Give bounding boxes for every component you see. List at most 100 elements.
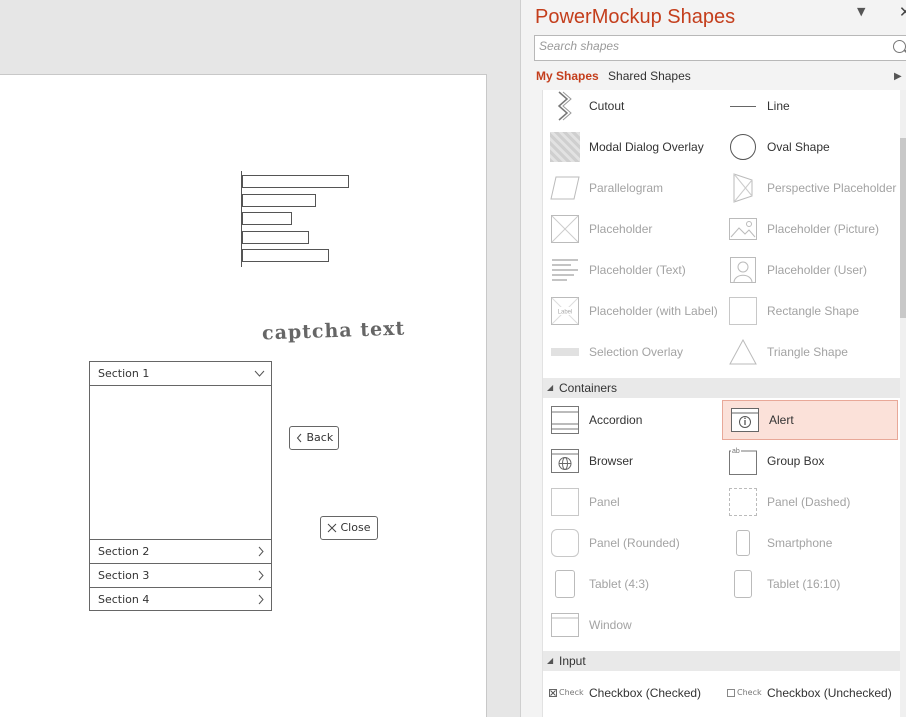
panel-icon [549, 486, 581, 518]
shape-item-panel[interactable]: Panel [543, 482, 719, 522]
accordion-section-label: Section 3 [98, 569, 150, 582]
shape-item-label: Tablet (16:10) [767, 576, 841, 591]
group-box-icon: ab [727, 445, 759, 477]
shape-list-scrollbar[interactable] [900, 90, 906, 717]
shape-list[interactable]: Cutout Line Modal Dialog Overlay Oval Sh… [542, 90, 900, 717]
chevron-right-icon [257, 540, 265, 563]
category-header-input[interactable]: ◢ Input [543, 651, 900, 671]
tablet-icon [549, 568, 581, 600]
rectangle-icon [727, 295, 759, 327]
shape-item-checkbox-checked[interactable]: Check Checkbox (Checked) [543, 673, 719, 713]
shape-item-placeholder-with-label[interactable]: Label Placeholder (with Label) [543, 291, 719, 331]
scrollbar-thumb[interactable] [900, 138, 906, 318]
perspective-placeholder-icon [727, 172, 759, 204]
tab-shared-shapes[interactable]: Shared Shapes [608, 69, 691, 83]
shape-item-label: Tablet (4:3) [589, 576, 650, 591]
shape-item-placeholder-picture[interactable]: Placeholder (Picture) [721, 209, 897, 249]
tabs-arrow-icon[interactable]: ▶ [894, 71, 902, 82]
shape-item-alert[interactable]: Alert [722, 400, 898, 440]
checkbox-unchecked-icon: Check [727, 677, 762, 709]
close-button-label: Close [340, 521, 371, 534]
shape-item-placeholder[interactable]: Placeholder [543, 209, 719, 249]
shape-item-selection-overlay[interactable]: Selection Overlay [543, 332, 719, 372]
shape-item-label: Line [767, 98, 790, 113]
hatched-overlay-icon [549, 131, 581, 163]
shape-item-panel-dashed[interactable]: Panel (Dashed) [721, 482, 897, 522]
panel-close-icon[interactable]: ✕ [899, 3, 906, 21]
back-button-label: Back [306, 431, 334, 444]
shape-item-browser[interactable]: Browser [543, 441, 719, 481]
back-button-shape[interactable]: Back [289, 426, 339, 450]
category-header-containers[interactable]: ◢ Containers [543, 378, 900, 398]
search-input[interactable]: Search shapes [534, 35, 906, 61]
svg-text:ab: ab [732, 448, 740, 455]
line-icon [727, 90, 759, 122]
panel-dropdown-icon[interactable]: ▼ [857, 5, 865, 18]
shape-item-label: Panel [589, 494, 620, 509]
accordion-shape[interactable]: Section 1 Section 2 Section 3 Section 4 [89, 361, 272, 611]
text-lines-icon [549, 254, 581, 286]
collapse-icon: ◢ [547, 656, 554, 665]
shape-item-group-box[interactable]: ab Group Box [721, 441, 897, 481]
category-header-label: Containers [559, 381, 618, 395]
checkbox-thumb-label: Check [737, 688, 762, 697]
shape-item-smartphone[interactable]: Smartphone [721, 523, 897, 563]
shape-item-placeholder-text[interactable]: Placeholder (Text) [543, 250, 719, 290]
parallelogram-icon [549, 172, 581, 204]
panel-title: PowerMockup Shapes [535, 6, 736, 28]
accordion-section-2[interactable]: Section 2 [90, 540, 271, 564]
window-icon [549, 609, 581, 641]
accordion-section-3[interactable]: Section 3 [90, 564, 271, 588]
bar-chart-bar [242, 175, 349, 188]
triangle-icon [727, 336, 759, 368]
shape-item-triangle-shape[interactable]: Triangle Shape [721, 332, 897, 372]
shape-item-cutout[interactable]: Cutout [543, 90, 719, 126]
slide[interactable]: captcha text Section 1 Section 2 Section… [0, 74, 487, 717]
placeholder-icon [549, 213, 581, 245]
shape-item-rectangle-shape[interactable]: Rectangle Shape [721, 291, 897, 331]
shape-item-parallelogram[interactable]: Parallelogram [543, 168, 719, 208]
shape-item-window[interactable]: Window [543, 605, 719, 645]
shape-item-tablet-4-3[interactable]: Tablet (4:3) [543, 564, 719, 604]
shape-item-label: Browser [589, 453, 634, 468]
slide-editing-area[interactable]: captcha text Section 1 Section 2 Section… [0, 0, 520, 717]
chevron-right-icon [257, 588, 265, 611]
shape-item-label: Perspective Placeholder [767, 180, 897, 195]
chevron-down-icon [254, 362, 265, 385]
search-icon[interactable] [893, 40, 906, 53]
shape-item-label: Placeholder (Text) [589, 262, 686, 277]
shape-item-label: Group Box [767, 453, 825, 468]
browser-icon [549, 445, 581, 477]
shape-item-line[interactable]: Line [721, 90, 897, 126]
shape-item-tablet-16-10[interactable]: Tablet (16:10) [721, 564, 897, 604]
user-icon [727, 254, 759, 286]
tab-my-shapes[interactable]: My Shapes [536, 69, 599, 83]
chevron-right-icon [257, 564, 265, 587]
shape-item-oval-shape[interactable]: Oval Shape [721, 127, 897, 167]
shape-item-modal-dialog-overlay[interactable]: Modal Dialog Overlay [543, 127, 719, 167]
shape-item-label: Panel (Dashed) [767, 494, 851, 509]
category-header-label: Input [559, 654, 586, 668]
shape-item-perspective-placeholder[interactable]: Perspective Placeholder [721, 168, 897, 208]
shape-item-label: Alert [769, 412, 794, 427]
shape-tabs: My Shapes Shared Shapes [536, 69, 691, 83]
bar-chart-bar [242, 194, 316, 207]
shape-item-panel-rounded[interactable]: Panel (Rounded) [543, 523, 719, 563]
shape-item-label: Checkbox (Checked) [589, 685, 702, 700]
shape-item-placeholder-user[interactable]: Placeholder (User) [721, 250, 897, 290]
shape-item-label: Rectangle Shape [767, 303, 860, 318]
circle-icon [727, 131, 759, 163]
shape-item-label: Placeholder (Picture) [767, 221, 880, 236]
shape-item-accordion[interactable]: Accordion [543, 400, 719, 440]
accordion-body [90, 386, 271, 540]
shape-item-label: Checkbox (Unchecked) [767, 685, 892, 700]
shape-item-label: Parallelogram [589, 180, 664, 195]
accordion-section-4[interactable]: Section 4 [90, 588, 271, 612]
accordion-section-1[interactable]: Section 1 [90, 362, 271, 386]
picture-icon [727, 213, 759, 245]
bar-chart-bar [242, 212, 292, 225]
shape-item-checkbox-unchecked[interactable]: Check Checkbox (Unchecked) [721, 673, 897, 713]
close-button-shape[interactable]: Close [320, 516, 378, 540]
captcha-shape[interactable]: captcha text [262, 318, 406, 345]
labeled-placeholder-icon: Label [549, 295, 581, 327]
